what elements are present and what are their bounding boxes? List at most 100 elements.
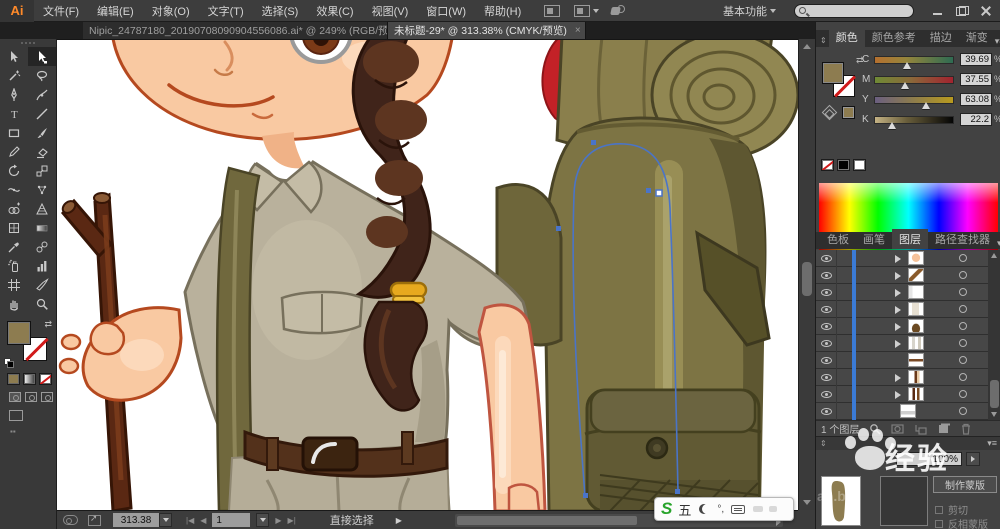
- scroll-down-icon[interactable]: [803, 500, 811, 505]
- toolbar-more-icon[interactable]: ▪▪: [10, 427, 56, 436]
- mask-thumbnail-slot[interactable]: [880, 476, 928, 526]
- scrollbar-thumb[interactable]: [802, 262, 812, 296]
- export-icon[interactable]: [88, 513, 101, 526]
- locate-object-icon[interactable]: [869, 423, 881, 435]
- slider-thumb[interactable]: [903, 62, 911, 69]
- blend-tool[interactable]: [28, 237, 56, 256]
- layer-thumbnail[interactable]: [900, 404, 916, 418]
- draw-inside-button[interactable]: [41, 392, 53, 402]
- layer-thumbnail[interactable]: [908, 353, 924, 367]
- in-gamut-swatch[interactable]: [842, 106, 855, 119]
- curvature-tool[interactable]: [28, 85, 56, 104]
- pen-tool[interactable]: [0, 85, 28, 104]
- anchor-point[interactable]: [556, 226, 561, 231]
- none-swatch[interactable]: [821, 159, 834, 171]
- anchor-point[interactable]: [583, 493, 588, 498]
- workspace-layout-control[interactable]: [560, 4, 600, 17]
- rectangle-tool[interactable]: [0, 123, 28, 142]
- out-of-gamut-cube-icon[interactable]: [821, 104, 838, 121]
- tab-layers[interactable]: 图层: [892, 229, 928, 249]
- eyedropper-tool[interactable]: [0, 237, 28, 256]
- invert-mask-checkbox[interactable]: 反相蒙版: [935, 516, 988, 529]
- layer-thumbnail[interactable]: [908, 302, 924, 316]
- type-tool[interactable]: T: [0, 104, 28, 123]
- ime-toolbar[interactable]: S 五 °,: [654, 497, 794, 521]
- tab-color[interactable]: 颜色: [828, 27, 865, 47]
- scroll-up-icon[interactable]: [803, 44, 811, 49]
- target-circle-icon[interactable]: [959, 322, 967, 330]
- artboard-nav-icon[interactable]: [63, 515, 78, 525]
- menu-object[interactable]: 对象(O): [152, 3, 190, 19]
- close-icon[interactable]: [980, 6, 992, 16]
- ime-mode-button[interactable]: 五: [678, 500, 691, 519]
- tab-brushes[interactable]: 画笔: [856, 229, 892, 249]
- draw-normal-button[interactable]: [9, 392, 21, 402]
- channel-value-field[interactable]: 39.69: [960, 53, 992, 66]
- visibility-eye-icon[interactable]: [821, 340, 832, 347]
- paint-color-button[interactable]: [7, 373, 20, 385]
- puppet-warp-tool[interactable]: [28, 180, 56, 199]
- swap-fill-stroke-icon[interactable]: ⇄: [44, 319, 52, 330]
- layer-thumbnail[interactable]: [908, 336, 924, 350]
- layer-thumbnail[interactable]: [908, 370, 924, 384]
- visibility-eye-icon[interactable]: [821, 374, 832, 381]
- slider-thumb[interactable]: [888, 122, 896, 129]
- white-swatch[interactable]: [853, 159, 866, 171]
- panel-drag-handle[interactable]: [0, 39, 56, 47]
- channel-slider[interactable]: [874, 116, 954, 124]
- menu-edit[interactable]: 编辑(E): [97, 3, 134, 19]
- status-expand-icon[interactable]: ▶: [396, 516, 402, 525]
- perspective-grid-tool[interactable]: [28, 199, 56, 218]
- zoom-level-field[interactable]: 313.38: [113, 513, 159, 527]
- layer-row[interactable]: [816, 284, 988, 301]
- fill-swatch[interactable]: [7, 321, 31, 345]
- new-layer-icon[interactable]: [937, 423, 951, 435]
- delete-layer-icon[interactable]: [960, 423, 972, 435]
- expand-triangle-icon[interactable]: [895, 340, 901, 348]
- scrollbar-thumb[interactable]: [990, 380, 999, 408]
- artboard-number-field[interactable]: 1: [212, 513, 251, 527]
- expand-triangle-icon[interactable]: [895, 374, 901, 382]
- scale-tool[interactable]: [28, 161, 56, 180]
- collapse-panel-icon[interactable]: ⇕: [816, 437, 829, 450]
- target-circle-icon[interactable]: [959, 407, 967, 415]
- menu-window[interactable]: 窗口(W): [426, 3, 466, 19]
- ime-logo[interactable]: S: [661, 499, 672, 519]
- channel-slider[interactable]: [874, 76, 954, 84]
- symbol-sprayer-tool[interactable]: [0, 256, 28, 275]
- expand-triangle-icon[interactable]: [895, 306, 901, 314]
- layer-row[interactable]: [816, 250, 988, 267]
- first-artboard-icon[interactable]: |◀: [186, 516, 194, 525]
- canvas-vertical-scrollbar[interactable]: [798, 39, 815, 510]
- tab-swatches[interactable]: 色板: [820, 229, 856, 249]
- selection-tool[interactable]: [0, 47, 28, 66]
- opacity-field[interactable]: 100%: [896, 452, 962, 466]
- hand-tool[interactable]: [0, 294, 28, 313]
- clip-checkbox[interactable]: 剪切: [935, 502, 968, 517]
- shape-builder-tool[interactable]: [0, 199, 28, 218]
- layers-scrollbar[interactable]: [988, 250, 1000, 420]
- slice-tool[interactable]: [28, 275, 56, 294]
- restore-icon[interactable]: [956, 5, 969, 16]
- layer-thumbnail[interactable]: [908, 319, 924, 333]
- target-circle-icon[interactable]: [959, 305, 967, 313]
- target-circle-icon[interactable]: [959, 339, 967, 347]
- workspace-switcher[interactable]: 基本功能: [723, 3, 776, 19]
- tab-pathfinder[interactable]: 路径查找器: [928, 229, 997, 249]
- layer-thumbnail[interactable]: [908, 251, 924, 265]
- moon-icon[interactable]: [699, 504, 709, 514]
- gradient-tool[interactable]: [28, 218, 56, 237]
- ime-extra-icon[interactable]: [769, 506, 778, 512]
- expand-triangle-icon[interactable]: [895, 272, 901, 280]
- layer-row[interactable]: [816, 403, 988, 420]
- make-clipping-mask-icon[interactable]: [891, 423, 904, 435]
- paint-none-button[interactable]: [39, 373, 52, 385]
- anchor-point[interactable]: [675, 489, 680, 494]
- default-fill-stroke-icon[interactable]: [4, 358, 14, 368]
- target-circle-icon[interactable]: [959, 288, 967, 296]
- visibility-eye-icon[interactable]: [821, 272, 832, 279]
- width-tool[interactable]: [0, 180, 28, 199]
- target-circle-icon[interactable]: [959, 390, 967, 398]
- panel-menu-icon[interactable]: ▾≡: [995, 36, 1000, 47]
- visibility-eye-icon[interactable]: [821, 391, 832, 398]
